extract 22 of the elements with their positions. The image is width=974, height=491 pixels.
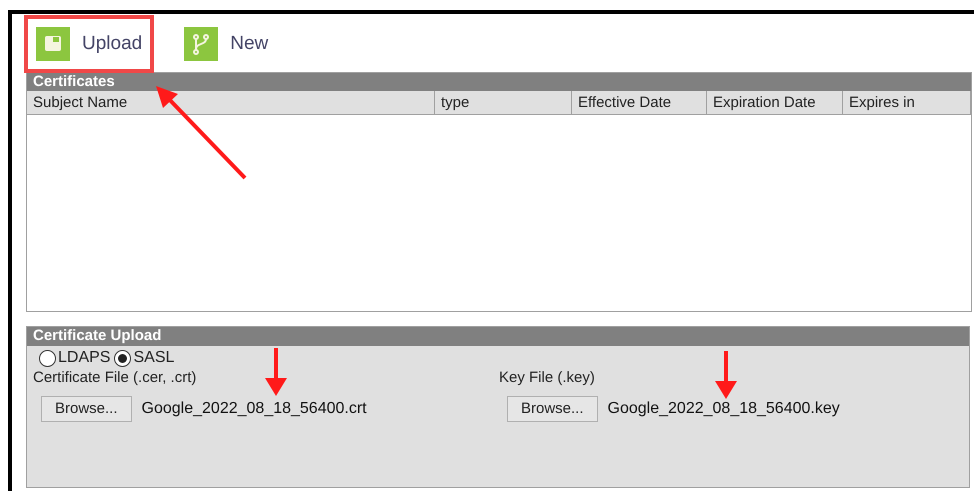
file-name: Google_2022_08_18_56400.crt (142, 399, 367, 419)
arrow-icon (156, 86, 246, 180)
column-header[interactable]: Expiration Date (707, 91, 843, 114)
radio-label[interactable]: LDAPS (58, 346, 110, 370)
panel-title: Certificates (27, 73, 971, 91)
new-button[interactable]: New (172, 15, 280, 73)
column-header[interactable]: type (435, 91, 572, 114)
field-label: Certificate File (.cer, .crt) (33, 368, 196, 388)
column-header[interactable]: Expires in (843, 91, 971, 114)
panel-title: Certificate Upload (27, 327, 969, 346)
file-name: Google_2022_08_18_56400.key (608, 399, 840, 419)
radio-button[interactable] (114, 350, 132, 366)
browse-button[interactable]: Browse... (507, 396, 598, 422)
arrow-icon (265, 348, 287, 396)
column-header[interactable]: Effective Date (572, 91, 707, 114)
browse-button[interactable]: Browse... (41, 396, 132, 422)
radio-button[interactable] (39, 350, 56, 366)
save-icon (36, 27, 70, 61)
radio-label[interactable]: SASL (133, 346, 174, 370)
field-label: Key File (.key) (499, 368, 595, 388)
branch-icon (184, 27, 218, 61)
arrow-icon (715, 351, 737, 399)
